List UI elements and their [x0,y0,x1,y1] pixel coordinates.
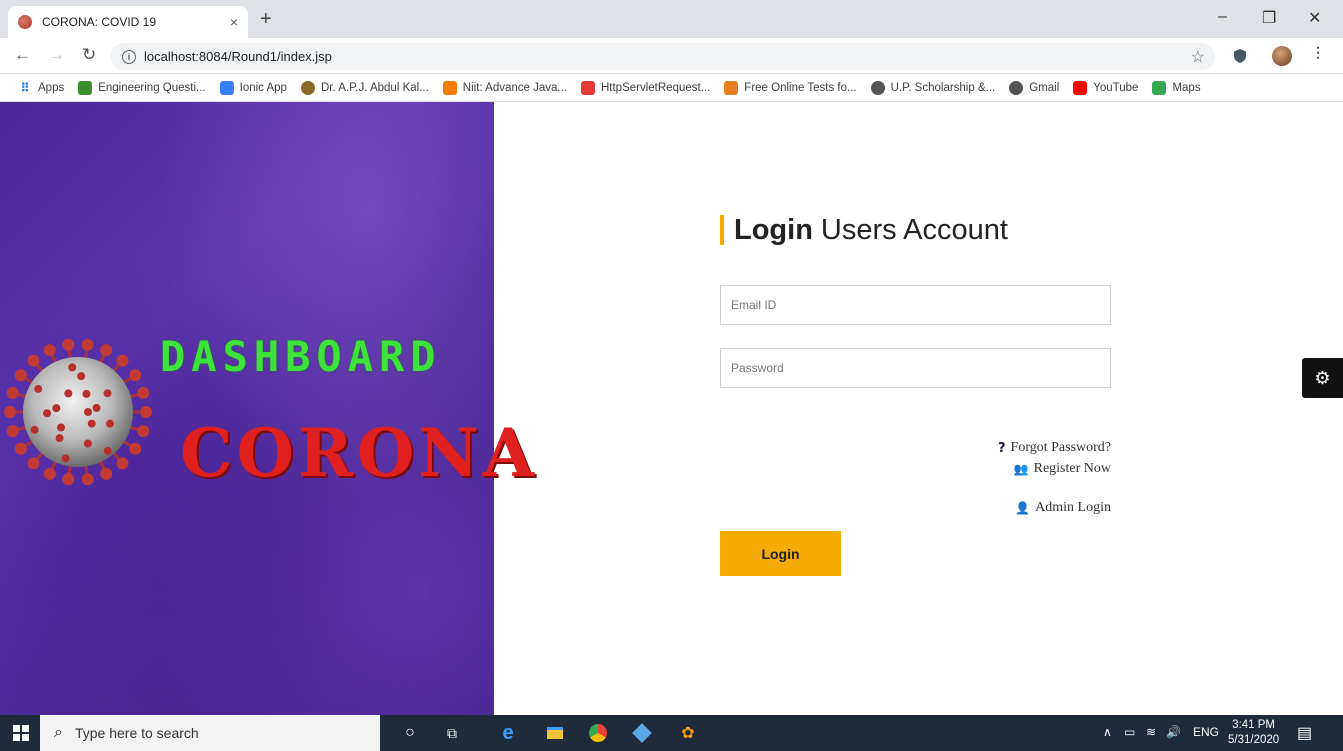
bookmark-label: Dr. A.P.J. Abdul Kal... [320,81,429,94]
chrome-icon[interactable] [588,723,608,743]
email-field[interactable] [720,285,1111,325]
bookmark-item[interactable]: Niit: Advance Java... [442,80,567,95]
browser-tab-strip: CORONA: COVID 19 × + – ❐ ✕ [0,0,1343,38]
login-heading: Login Users Account [720,212,1120,248]
corona-title: CORONA [180,414,538,492]
bookmark-label: YouTube [1093,81,1139,94]
forgot-password-label: Forgot Password? [1010,440,1111,455]
ionic-icon [219,80,234,95]
bookmark-label: Ionic App [239,81,287,94]
login-form: Login Users Account ? Forgot Password? 👥… [720,212,1120,576]
login-heading-bold: Login [734,213,813,246]
close-window-button[interactable]: ✕ [1308,8,1321,28]
login-heading-rest: Users Account [820,213,1008,246]
bookmark-label: Free Online Tests fo... [744,81,857,94]
bookmark-item[interactable]: Free Online Tests fo... [724,80,857,95]
wifi-icon[interactable]: ≋ [1146,725,1156,739]
netbeans-icon[interactable]: ✿ [678,723,698,743]
register-now-label: Register Now [1033,461,1111,476]
language-indicator[interactable]: ENG [1193,725,1219,739]
clock-time: 3:41 PM [1232,719,1275,731]
back-arrow-icon[interactable]: ← [14,45,31,65]
reload-icon[interactable]: ↻ [82,45,96,65]
bookmark-item[interactable]: ⠿ Apps [18,80,65,95]
new-tab-button[interactable]: + [260,8,272,31]
bookmark-item[interactable]: Engineering Questi... [78,80,206,95]
leaf-icon [78,80,93,95]
bookmark-item[interactable]: U.P. Scholarship &... [870,80,996,95]
bookmark-label: U.P. Scholarship &... [890,81,996,94]
question-mark-icon: ? [997,440,1006,456]
volume-icon[interactable]: 🔊 [1166,725,1181,739]
profile-avatar[interactable] [1272,46,1292,66]
bookmark-item[interactable]: Gmail [1009,80,1060,95]
register-now-row[interactable]: 👥 Register Now [1014,461,1111,477]
taskbar-search-box[interactable]: ⌕ Type here to search [40,715,380,751]
clock-date: 5/31/2020 [1228,734,1280,746]
admin-login-label: Admin Login [1035,500,1111,515]
extension-shield-icon[interactable] [1232,48,1248,64]
bookmark-item[interactable]: HttpServletRequest... [580,80,711,95]
url-text: localhost:8084/Round1/index.jsp [144,49,332,64]
bookmark-star-icon[interactable]: ☆ [1191,47,1205,67]
taskbar-search-placeholder: Type here to search [74,725,199,741]
bookmark-item[interactable]: YouTube [1073,80,1139,95]
coronavirus-illustration-icon [4,338,152,486]
minimize-button[interactable]: – [1218,8,1227,26]
windows-taskbar: ⌕ Type here to search ○ ⧉ e ✿ ∧ ▭ ≋ 🔊 EN… [0,715,1343,751]
browser-tab[interactable]: CORONA: COVID 19 × [8,6,248,38]
file-explorer-icon[interactable] [545,723,565,743]
bookmark-label: Maps [1172,81,1201,94]
maps-icon [1152,80,1167,95]
dashboard-title: DASHBOARD [160,332,442,381]
users-group-icon: 👥 [1013,462,1029,476]
heading-accent-bar [720,215,724,245]
oracle-icon [580,80,595,95]
bookmark-item[interactable]: Dr. A.P.J. Abdul Kal... [300,80,429,95]
maximize-button[interactable]: ❐ [1262,8,1276,28]
blogger-icon [442,80,457,95]
notifications-icon[interactable]: ▤ [1297,723,1312,743]
search-icon: ⌕ [54,724,63,741]
settings-gear-icon[interactable]: ⚙ [1302,358,1343,398]
address-toolbar: ← → ↻ i localhost:8084/Round1/index.jsp … [0,38,1343,74]
youtube-icon [1073,80,1088,95]
globe-icon [1009,80,1024,95]
bookmark-item[interactable]: Ionic App [219,80,287,95]
user-icon: 👤 [1015,501,1031,515]
bookmark-label: Apps [38,81,65,94]
tray-overflow-icon[interactable]: ∧ [1103,725,1112,739]
forward-arrow-icon[interactable]: → [48,45,65,65]
test-icon [724,80,739,95]
tab-close-icon[interactable]: × [230,14,238,30]
bookmark-label: Niit: Advance Java... [462,81,567,94]
bookmark-label: Engineering Questi... [98,81,206,94]
bookmark-label: HttpServletRequest... [600,81,711,94]
bookmark-item[interactable]: Maps [1152,80,1201,95]
apps-grid-icon: ⠿ [20,80,30,95]
url-omnibox[interactable]: i localhost:8084/Round1/index.jsp ☆ [110,43,1215,70]
login-button[interactable]: Login [720,531,841,576]
edge-browser-icon[interactable]: e [498,722,518,744]
site-info-icon[interactable]: i [122,49,136,64]
cortana-icon[interactable]: ○ [400,723,420,743]
admin-login-link[interactable]: 👤 Admin Login [1015,500,1111,516]
password-field[interactable] [720,348,1111,388]
bookmark-label: Gmail [1029,81,1060,94]
virus-favicon-icon [18,15,32,29]
forgot-password-link[interactable]: ? Forgot Password? [998,440,1111,456]
clock[interactable]: 3:41 PM 5/31/2020 [1228,718,1279,748]
windows-start-icon[interactable] [13,725,29,741]
virtualbox-icon[interactable] [632,723,652,743]
bookmarks-bar: ⠿ Apps Engineering Questi... Ionic App Dr. A… [0,74,1343,102]
globe-icon [300,80,315,95]
globe-icon [870,80,885,95]
task-view-icon[interactable]: ⧉ [442,723,462,743]
menu-kebab-icon[interactable]: ⋮ [1311,44,1325,61]
battery-icon[interactable]: ▭ [1124,725,1135,739]
tab-title: CORONA: COVID 19 [42,15,157,29]
hero-banner: DASHBOARD CORONA [0,102,534,715]
page-content: DASHBOARD CORONA Login Users Account ? F… [0,102,1343,715]
